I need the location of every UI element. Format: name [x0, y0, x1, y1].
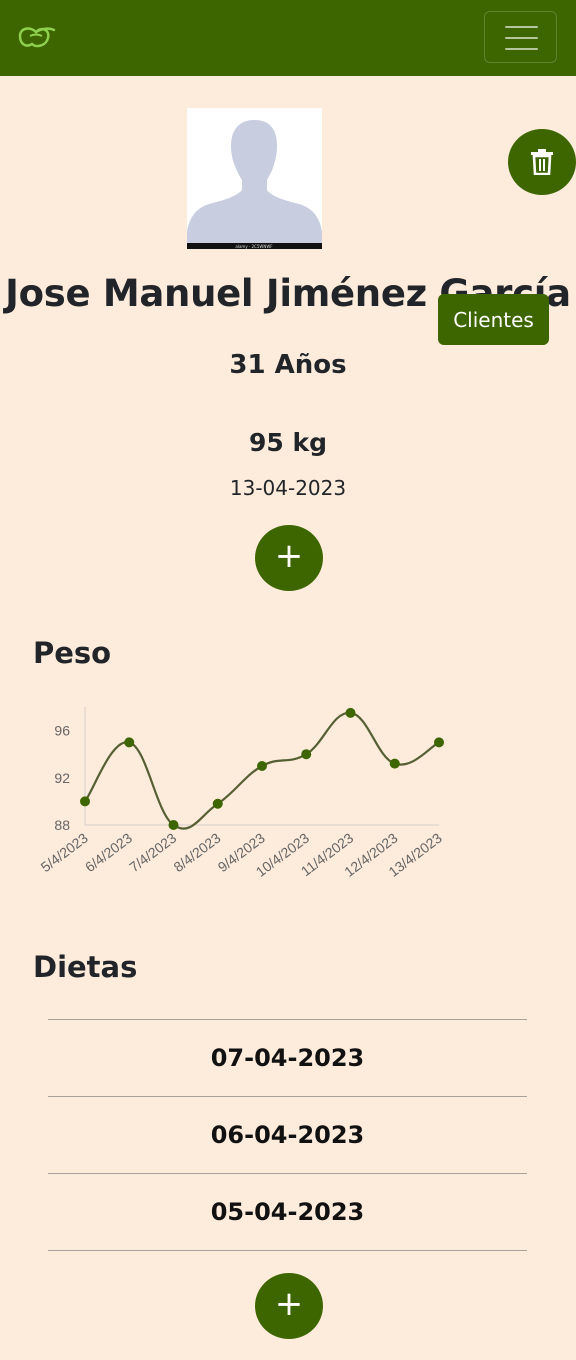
trash-icon: [531, 149, 553, 175]
chart-x-tick-label: 7/4/2023: [126, 829, 179, 875]
clientes-button[interactable]: Clientes: [438, 294, 549, 345]
plus-icon: +: [274, 1284, 304, 1324]
plus-icon: +: [274, 536, 304, 576]
navbar: [0, 0, 576, 76]
chart-data-point: [345, 707, 356, 718]
chart-data-point: [168, 820, 179, 830]
add-diet-button[interactable]: +: [255, 1273, 323, 1339]
avatar: alamy · 2C5WNWF: [187, 108, 322, 249]
chart-data-point: [434, 737, 444, 748]
divider: [48, 1250, 527, 1251]
weight-date: 13-04-2023: [229, 476, 347, 500]
client-weight: 95 kg: [248, 428, 327, 457]
weight-section-title: Peso: [33, 636, 112, 670]
chart-y-tick-label: 96: [54, 723, 70, 739]
diets-section-title: Dietas: [33, 950, 138, 984]
chart-x-tick-label: 5/4/2023: [38, 829, 91, 875]
diet-list-item[interactable]: 07-04-2023: [48, 1019, 527, 1096]
chart-data-point: [257, 761, 267, 771]
chart-data-point: [212, 798, 223, 809]
leaf-logo-icon[interactable]: [16, 22, 56, 50]
delete-button[interactable]: [508, 129, 576, 195]
chart-data-point: [80, 796, 90, 807]
diet-list-item[interactable]: 05-04-2023: [48, 1173, 527, 1250]
chart-data-point: [301, 749, 312, 760]
add-weight-button[interactable]: +: [255, 525, 323, 591]
diet-list-item[interactable]: 06-04-2023: [48, 1096, 527, 1173]
chart-data-point: [124, 737, 135, 748]
user-silhouette-icon: alamy · 2C5WNWF: [187, 108, 322, 249]
hamburger-menu-icon: [505, 26, 538, 28]
chart-data-point: [389, 758, 400, 769]
chart-y-tick-label: 88: [54, 817, 70, 833]
chart-y-tick-label: 92: [54, 770, 70, 786]
client-age: 31 Años: [229, 350, 347, 380]
chart-x-tick-label: 6/4/2023: [82, 829, 135, 875]
navbar-toggler-button[interactable]: [484, 11, 557, 63]
avatar-caption: alamy · 2C5WNWF: [235, 244, 273, 249]
chart-x-tick-label: 8/4/2023: [170, 829, 223, 875]
weight-chart: 8892965/4/20236/4/20237/4/20238/4/20239/…: [38, 707, 445, 880]
